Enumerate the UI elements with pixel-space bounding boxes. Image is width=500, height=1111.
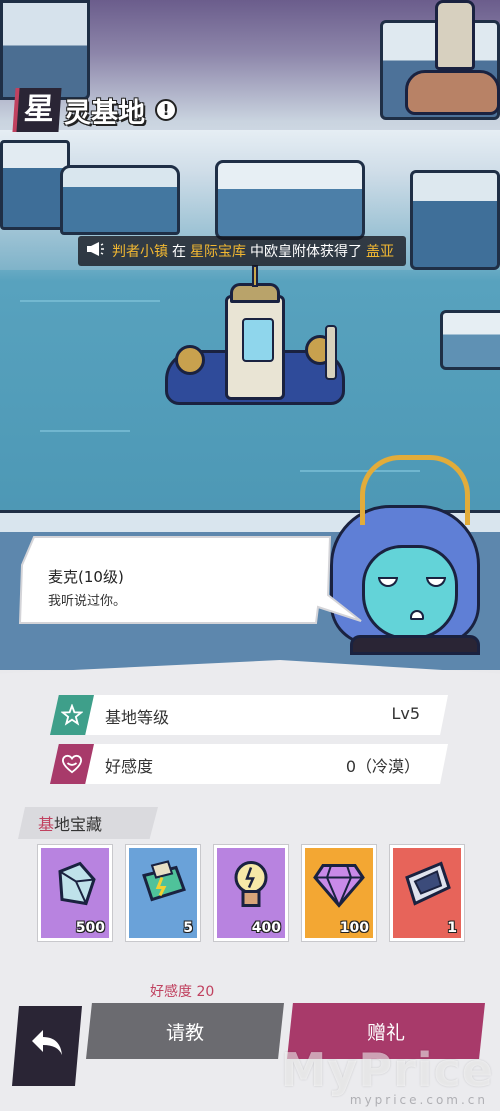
base-level-value: Lv5: [391, 704, 420, 723]
base-treasure-title: 基地宝藏: [18, 807, 158, 839]
ticker-place: 星际宝库: [190, 244, 246, 260]
back-arrow-icon: [29, 1026, 65, 1067]
ice-cliff: [215, 160, 365, 240]
treasure-title-rest: 地宝藏: [54, 815, 103, 834]
ticker-reward: 盖亚: [366, 244, 394, 260]
megaphone-icon: [86, 241, 104, 261]
item-count: 1: [447, 920, 457, 936]
treasure-items: 500 5 400 100 1: [38, 845, 468, 945]
page-title-rest: 灵基地: [64, 97, 145, 129]
treasure-item[interactable]: 5: [126, 845, 200, 941]
water-ripple: [40, 430, 130, 432]
treasure-item[interactable]: 500: [38, 845, 112, 941]
ice-cliff: [60, 165, 180, 235]
ask-button[interactable]: 请教: [86, 1003, 284, 1059]
light-bulb-icon: [226, 857, 276, 918]
ice-cliff: [410, 170, 500, 270]
ticker-word-in: 在: [172, 244, 186, 260]
item-count: 100: [339, 920, 369, 936]
ice-cliff: [0, 0, 90, 100]
treasure-item[interactable]: 100: [302, 845, 376, 941]
base-level-label: 基地等级: [105, 708, 170, 727]
affinity-value: 0（冷漠）: [345, 757, 420, 776]
diamond-icon: [313, 861, 365, 914]
dialogue-line: 我听说过你。: [48, 594, 127, 609]
ticker-middle: 中欧皇附体获得了: [250, 244, 362, 260]
star-tower-building[interactable]: [160, 265, 350, 440]
item-count: 5: [183, 920, 193, 936]
affinity-label: 好感度: [105, 757, 154, 776]
observatory-building[interactable]: [395, 0, 500, 160]
exclamation-icon[interactable]: !: [155, 99, 177, 121]
announcement-ticker: 判者小镇 在 星际宝库 中欧皇附体获得了 盖亚: [78, 236, 406, 266]
page-title-first-char: 星: [16, 88, 62, 132]
ice-floe: [440, 310, 500, 370]
water-ripple: [20, 300, 160, 302]
item-count: 400: [251, 920, 281, 936]
circuit-board-icon: [138, 859, 188, 916]
watermark-brand: MyPrice: [280, 1043, 494, 1097]
treasure-title-first: 基: [38, 815, 55, 834]
ice-crystal-icon: [50, 859, 100, 916]
page-title: 星 灵基地 !: [16, 88, 177, 132]
item-count: 500: [75, 920, 105, 936]
ticker-player: 判者小镇: [112, 244, 168, 260]
watermark-url: myprice.com.cn: [349, 1093, 488, 1107]
affinity-requirement: 好感度 20: [150, 984, 215, 1000]
ticket-icon: [401, 859, 453, 916]
treasure-item[interactable]: 1: [390, 845, 464, 941]
treasure-item[interactable]: 400: [214, 845, 288, 941]
back-button[interactable]: [12, 1006, 82, 1086]
speaker-name: 麦克(10级): [48, 568, 124, 586]
